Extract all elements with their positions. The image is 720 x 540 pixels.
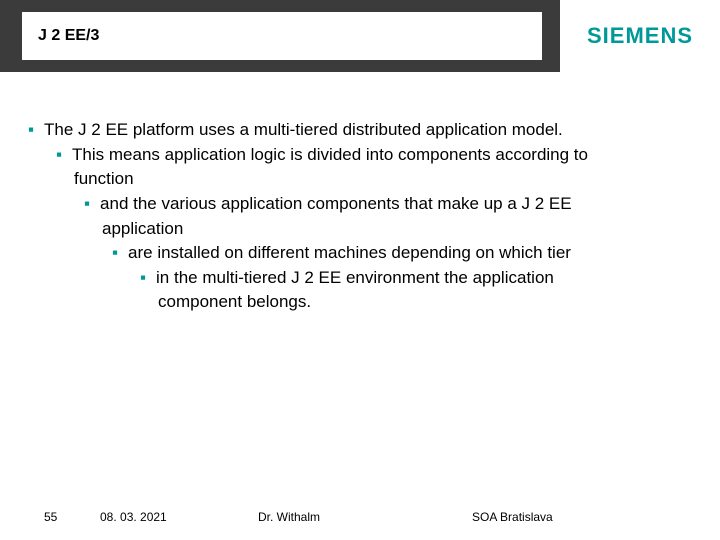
bullet-text: This means application logic is divided …: [72, 143, 692, 168]
bullet-level-4: ▪ in the multi-tiered J 2 EE environment…: [140, 266, 692, 291]
bullet-text: application: [102, 219, 183, 238]
bullet-level-2: ▪ and the various application components…: [84, 192, 692, 217]
bullet-text: function: [74, 169, 134, 188]
bullet-text: are installed on different machines depe…: [128, 241, 692, 266]
page-number: 55: [44, 510, 57, 524]
slide-title: J 2 EE/3: [38, 27, 99, 45]
bullet-level-0: ▪ The J 2 EE platform uses a multi-tiere…: [28, 118, 692, 143]
footer-author: Dr. Withalm: [258, 510, 320, 524]
bullet-text: and the various application components t…: [100, 192, 692, 217]
title-box: J 2 EE/3: [22, 12, 542, 60]
bullet-continuation: function: [74, 167, 692, 192]
bullet-text: in the multi-tiered J 2 EE environment t…: [156, 266, 692, 291]
bullet-level-3: ▪ are installed on different machines de…: [112, 241, 692, 266]
footer-event: SOA Bratislava: [472, 510, 553, 524]
square-bullet-icon: ▪: [112, 241, 118, 266]
logo-box: SIEMENS: [560, 0, 720, 72]
slide: J 2 EE/3 SIEMENS ▪ The J 2 EE platform u…: [0, 0, 720, 540]
header: J 2 EE/3 SIEMENS: [0, 0, 720, 72]
bullet-level-1: ▪ This means application logic is divide…: [56, 143, 692, 168]
square-bullet-icon: ▪: [28, 118, 34, 143]
square-bullet-icon: ▪: [140, 266, 146, 291]
bullet-continuation: application: [102, 217, 692, 242]
body-text: ▪ The J 2 EE platform uses a multi-tiere…: [28, 118, 692, 315]
footer-date: 08. 03. 2021: [100, 510, 167, 524]
siemens-logo: SIEMENS: [587, 23, 693, 49]
bullet-text: The J 2 EE platform uses a multi-tiered …: [44, 118, 692, 143]
square-bullet-icon: ▪: [56, 143, 62, 168]
bullet-text: component belongs.: [158, 292, 311, 311]
square-bullet-icon: ▪: [84, 192, 90, 217]
bullet-continuation: component belongs.: [158, 290, 692, 315]
